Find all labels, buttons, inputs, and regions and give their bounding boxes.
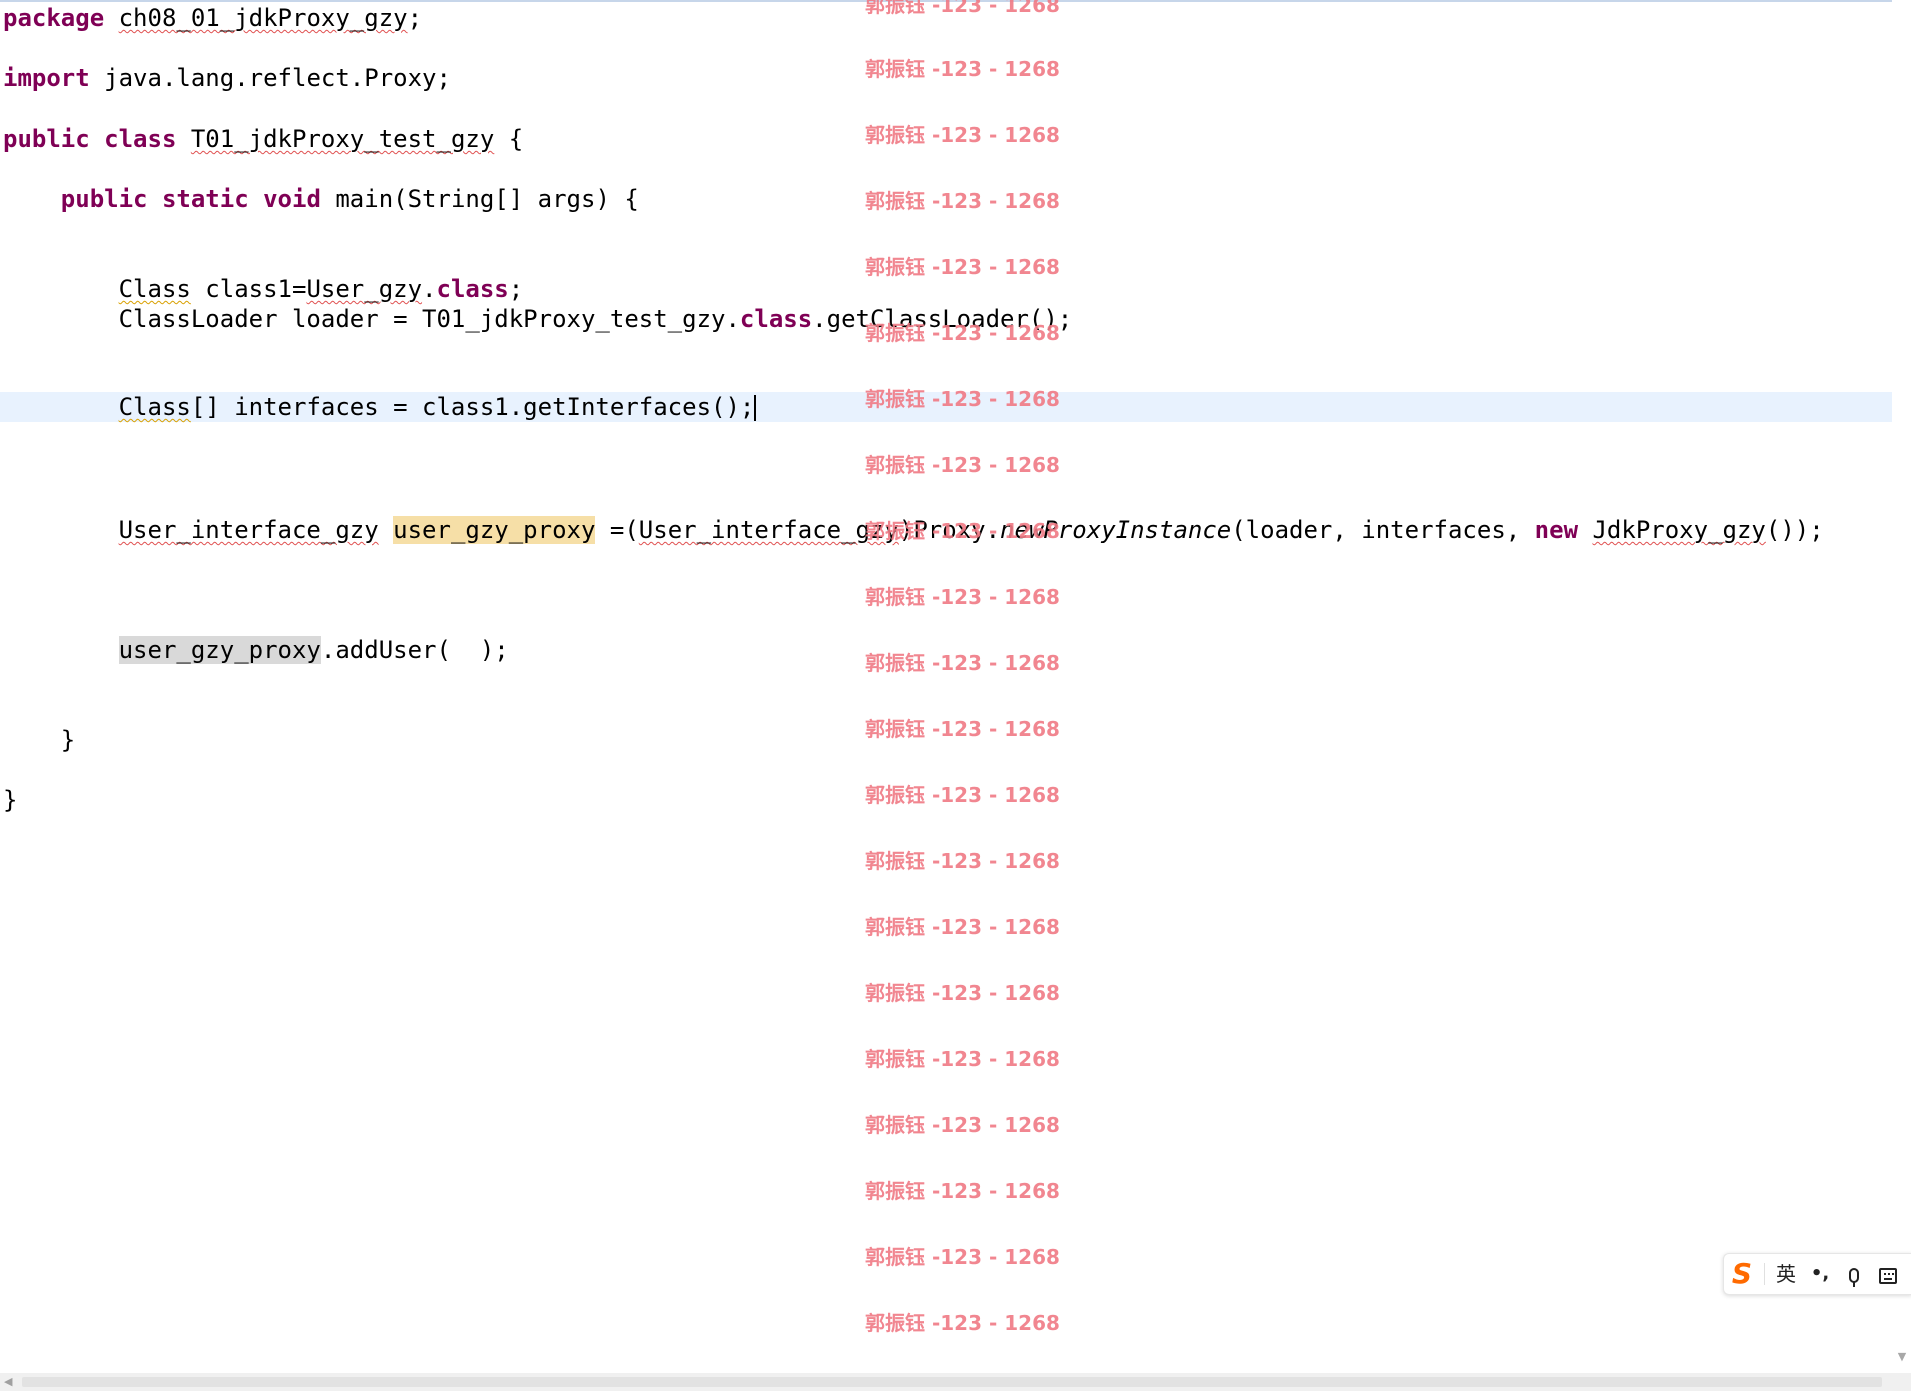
keyword: public: [3, 125, 90, 153]
watermark-text: 郭振钰 -123 - 1268: [865, 453, 1060, 477]
keyword: class: [104, 125, 177, 153]
watermark-text: 郭振钰 -123 - 1268: [865, 1245, 1060, 1269]
code-line-class-close[interactable]: }: [3, 785, 17, 815]
code-text: [] interfaces = class1.getInterfaces();: [190, 393, 755, 421]
code-text: (loader, interfaces,: [1231, 516, 1535, 544]
vertical-scrollbar[interactable]: [1892, 0, 1911, 1373]
horizontal-scrollbar-thumb[interactable]: [22, 1377, 1882, 1387]
code-line-main-close[interactable]: }: [3, 725, 75, 755]
ime-voice-button[interactable]: [1837, 1254, 1871, 1294]
code-text: .: [422, 275, 437, 303]
occurrence-highlight-declaration: user_gzy_proxy: [393, 516, 596, 544]
watermark-text: 郭振钰 -123 - 1268: [865, 321, 1060, 345]
watermark-text: 郭振钰 -123 - 1268: [865, 387, 1060, 411]
keyword: class: [739, 305, 813, 333]
keyboard-icon: [1879, 1267, 1897, 1284]
code-line-adduser[interactable]: user_gzy_proxy.addUser( );: [3, 635, 509, 665]
class-name: T01_jdkProxy_test_gzy: [190, 125, 495, 153]
code-text: {: [508, 125, 524, 153]
code-text: ;: [508, 275, 524, 303]
code-line-package[interactable]: package ch08_01_jdkProxy_gzy;: [3, 3, 422, 33]
ime-language-toggle[interactable]: 英: [1769, 1254, 1803, 1294]
watermark-text: 郭振钰 -123 - 1268: [865, 57, 1060, 81]
watermark-text: 郭振钰 -123 - 1268: [865, 0, 1060, 17]
code-editor[interactable]: package ch08_01_jdkProxy_gzy; import jav…: [0, 0, 1892, 1373]
occurrence-highlight-usage: user_gzy_proxy: [118, 636, 321, 664]
text-cursor: [754, 395, 757, 421]
watermark-text: 郭振钰 -123 - 1268: [865, 1047, 1060, 1071]
watermark-text: 郭振钰 -123 - 1268: [865, 585, 1060, 609]
keyword: static: [161, 185, 249, 213]
code-text: java.lang.reflect.Proxy;: [104, 64, 451, 92]
code-text: }: [3, 786, 18, 814]
package-name: ch08_01_jdkProxy_gzy: [118, 4, 408, 32]
code-text: ());: [1765, 516, 1824, 544]
watermark-text: 郭振钰 -123 - 1268: [865, 783, 1060, 807]
watermark-text: 郭振钰 -123 - 1268: [865, 519, 1060, 543]
constructor-type: JdkProxy_gzy: [1592, 516, 1766, 544]
watermark-text: 郭振钰 -123 - 1268: [865, 1311, 1060, 1335]
watermark-text: 郭振钰 -123 - 1268: [865, 915, 1060, 939]
watermark-text: 郭振钰 -123 - 1268: [865, 255, 1060, 279]
raw-type-warning: Class: [118, 393, 191, 421]
watermark-text: 郭振钰 -123 - 1268: [865, 189, 1060, 213]
raw-type-warning: Class: [118, 275, 191, 303]
ime-punctuation-toggle[interactable]: •,: [1803, 1254, 1837, 1294]
code-text: =(: [609, 516, 639, 544]
scroll-left-arrow-icon[interactable]: ◀: [4, 1375, 16, 1389]
ime-keyboard-button[interactable]: [1871, 1254, 1905, 1294]
code-line-class1[interactable]: Class class1=User_gzy.class;: [3, 274, 524, 304]
sogou-logo-icon[interactable]: S: [1724, 1254, 1760, 1294]
keyword: class: [436, 275, 509, 303]
code-text: .addUser( );: [320, 636, 509, 664]
keyword: void: [263, 185, 321, 213]
code-line-main-decl[interactable]: public static void main(String[] args) {: [3, 184, 639, 214]
interface-type: User_interface_gzy: [118, 516, 379, 544]
keyword: import: [3, 64, 90, 92]
scroll-down-arrow-icon[interactable]: ▼: [1896, 1350, 1908, 1364]
watermark-text: 郭振钰 -123 - 1268: [865, 651, 1060, 675]
code-line-interfaces[interactable]: Class[] interfaces = class1.getInterface…: [3, 392, 757, 422]
ime-toolbar[interactable]: S 英 •,: [1723, 1253, 1911, 1295]
watermark-text: 郭振钰 -123 - 1268: [865, 123, 1060, 147]
code-line-class-decl[interactable]: public class T01_jdkProxy_test_gzy {: [3, 124, 523, 154]
code-text: ClassLoader loader = T01_jdkProxy_test_g…: [118, 305, 740, 333]
keyword: new: [1534, 516, 1579, 544]
watermark-text: 郭振钰 -123 - 1268: [865, 717, 1060, 741]
keyword: public: [60, 185, 148, 213]
watermark-text: 郭振钰 -123 - 1268: [865, 1113, 1060, 1137]
code-line-import[interactable]: import java.lang.reflect.Proxy;: [3, 63, 451, 93]
keyword: package: [3, 4, 105, 32]
watermark-text: 郭振钰 -123 - 1268: [865, 1179, 1060, 1203]
code-text: main(String[] args) {: [335, 185, 639, 213]
code-text: }: [60, 726, 76, 754]
mic-icon: [1849, 1268, 1859, 1287]
code-text: class1=: [205, 275, 307, 303]
code-text: ;: [407, 4, 423, 32]
ime-divider: [1764, 1263, 1765, 1285]
cast-type: User_interface_gzy: [638, 516, 899, 544]
watermark-text: 郭振钰 -123 - 1268: [865, 849, 1060, 873]
class-ref: User_gzy: [306, 275, 423, 303]
watermark-text: 郭振钰 -123 - 1268: [865, 981, 1060, 1005]
